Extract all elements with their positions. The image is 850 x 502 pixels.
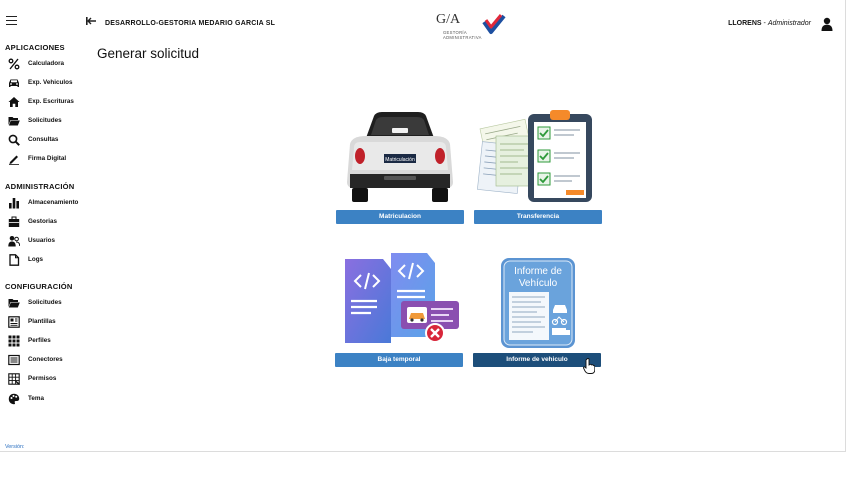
sidebar-item-label: Logs [28,256,44,263]
sidebar-item-label: Calculadora [28,60,65,67]
hand-cursor-icon [583,358,595,374]
folder-open-icon [8,299,20,308]
template-icon [8,316,20,328]
briefcase-icon [8,216,20,227]
page-bottom-area [0,452,850,502]
informe-vehiculo-button[interactable]: Informe de vehiculo [473,353,601,367]
card-matriculacion[interactable]: Matriculación Matriculacion [336,108,464,224]
sidebar-item-gestorias[interactable]: Gestorias [0,213,88,231]
transferencia-button[interactable]: Transferencia [474,210,602,224]
sidebar-item-label: Solicitudes [28,117,62,124]
bar-chart-icon [9,198,19,209]
palette-icon [8,393,20,405]
sidebar-item-label: Conectores [28,356,63,363]
signature-icon [9,155,19,165]
logo-line-2: ADMINISTRATIVA [443,35,482,40]
sidebar-item-almacenamiento[interactable]: Almacenamiento [0,194,88,212]
sidebar-item-config-solicitudes[interactable]: Solicitudes [0,294,88,312]
section-aplicaciones: APLICACIONES [5,43,65,52]
table-icon [8,373,20,385]
sidebar-item-label: Firma Digital [28,155,67,162]
section-configuracion: CONFIGURACIÓN [5,282,73,291]
sidebar-item-label: Consultas [28,136,59,143]
connector-icon [8,354,20,366]
file-icon [9,254,20,266]
logo-brand: G/A [436,12,461,27]
matriculacion-button[interactable]: Matriculacion [336,210,464,224]
car-rear-illustration: Matriculación [347,112,453,202]
sidebar-item-conectores[interactable]: Conectores [0,351,88,369]
card-baja-temporal[interactable]: Baja temporal [335,251,463,367]
sidebar-item-solicitudes[interactable]: Solicitudes [0,112,88,130]
grid-icon [8,335,20,347]
car-icon [9,79,19,87]
report-title-line-2: Vehículo [519,278,558,289]
sidebar-item-logs[interactable]: Logs [0,251,88,269]
report-title-line-1: Informe de [514,266,562,277]
sidebar-item-calculadora[interactable]: Calculadora [0,55,88,73]
sidebar-item-exp-escrituras[interactable]: Exp. Escrituras [0,93,88,111]
home-icon [8,97,20,107]
organization-name: DESARROLLO-GESTORIA MEDARIO GARCIA SL [105,20,276,27]
hamburger-menu-icon[interactable] [6,16,17,26]
sidebar-item-firma-digital[interactable]: Firma Digital [0,150,88,168]
page-title: Generar solicitud [97,46,200,61]
company-logo: G/A GESTORÍA ADMINISTRATIVA [434,12,508,40]
percent-icon [8,58,20,70]
vehicle-report-illustration: Informe de Vehículo [501,258,575,348]
sidebar-item-perfiles[interactable]: Perfiles [0,332,88,350]
sidebar-item-label: Exp. Vehiculos [28,79,73,86]
sidebar-item-permisos[interactable]: Permisos [0,370,88,388]
section-administracion: ADMINISTRACIÓN [5,182,75,191]
sidebar-item-label: Almacenamiento [28,199,79,206]
baja-temporal-button[interactable]: Baja temporal [335,353,463,367]
search-icon [8,134,20,146]
sidebar-item-label: Solicitudes [28,299,62,306]
sidebar-item-exp-vehiculos[interactable]: Exp. Vehiculos [0,74,88,92]
sidebar-item-label: Usuarios [28,237,55,244]
sidebar-item-label: Tema [28,395,44,402]
sidebar-item-label: Perfiles [28,337,51,344]
user-info[interactable]: LLORENS - Administrador [728,20,811,27]
sidebar-item-consultas[interactable]: Consultas [0,131,88,149]
version-label: Versión: [5,444,25,450]
app-window: DESARROLLO-GESTORIA MEDARIO GARCIA SL G/… [0,0,846,452]
sidebar-item-label: Exp. Escrituras [28,98,74,105]
sidebar-item-label: Permisos [28,375,57,382]
user-role: Administrador [767,20,811,27]
deregistration-documents-illustration [345,253,459,343]
logo-check-icon [482,14,506,34]
sidebar-item-tema[interactable]: Tema [0,390,88,408]
card-transferencia[interactable]: Transferencia [474,106,602,224]
transfer-documents-illustration [477,110,592,202]
folder-open-icon [8,117,20,126]
sidebar-item-label: Gestorias [28,218,58,225]
sidebar-item-label: Plantillas [28,318,56,325]
users-icon [8,236,20,247]
user-name: LLORENS [728,20,762,27]
sidebar-item-usuarios[interactable]: Usuarios [0,232,88,250]
sidebar-collapse-icon[interactable] [85,15,97,27]
card-informe-vehiculo[interactable]: Informe de Vehículo Informe de vehiculo [473,256,602,367]
user-account-icon[interactable] [821,17,833,31]
sidebar-item-plantillas[interactable]: Plantillas [0,313,88,331]
plate-text: Matriculación [385,157,415,163]
